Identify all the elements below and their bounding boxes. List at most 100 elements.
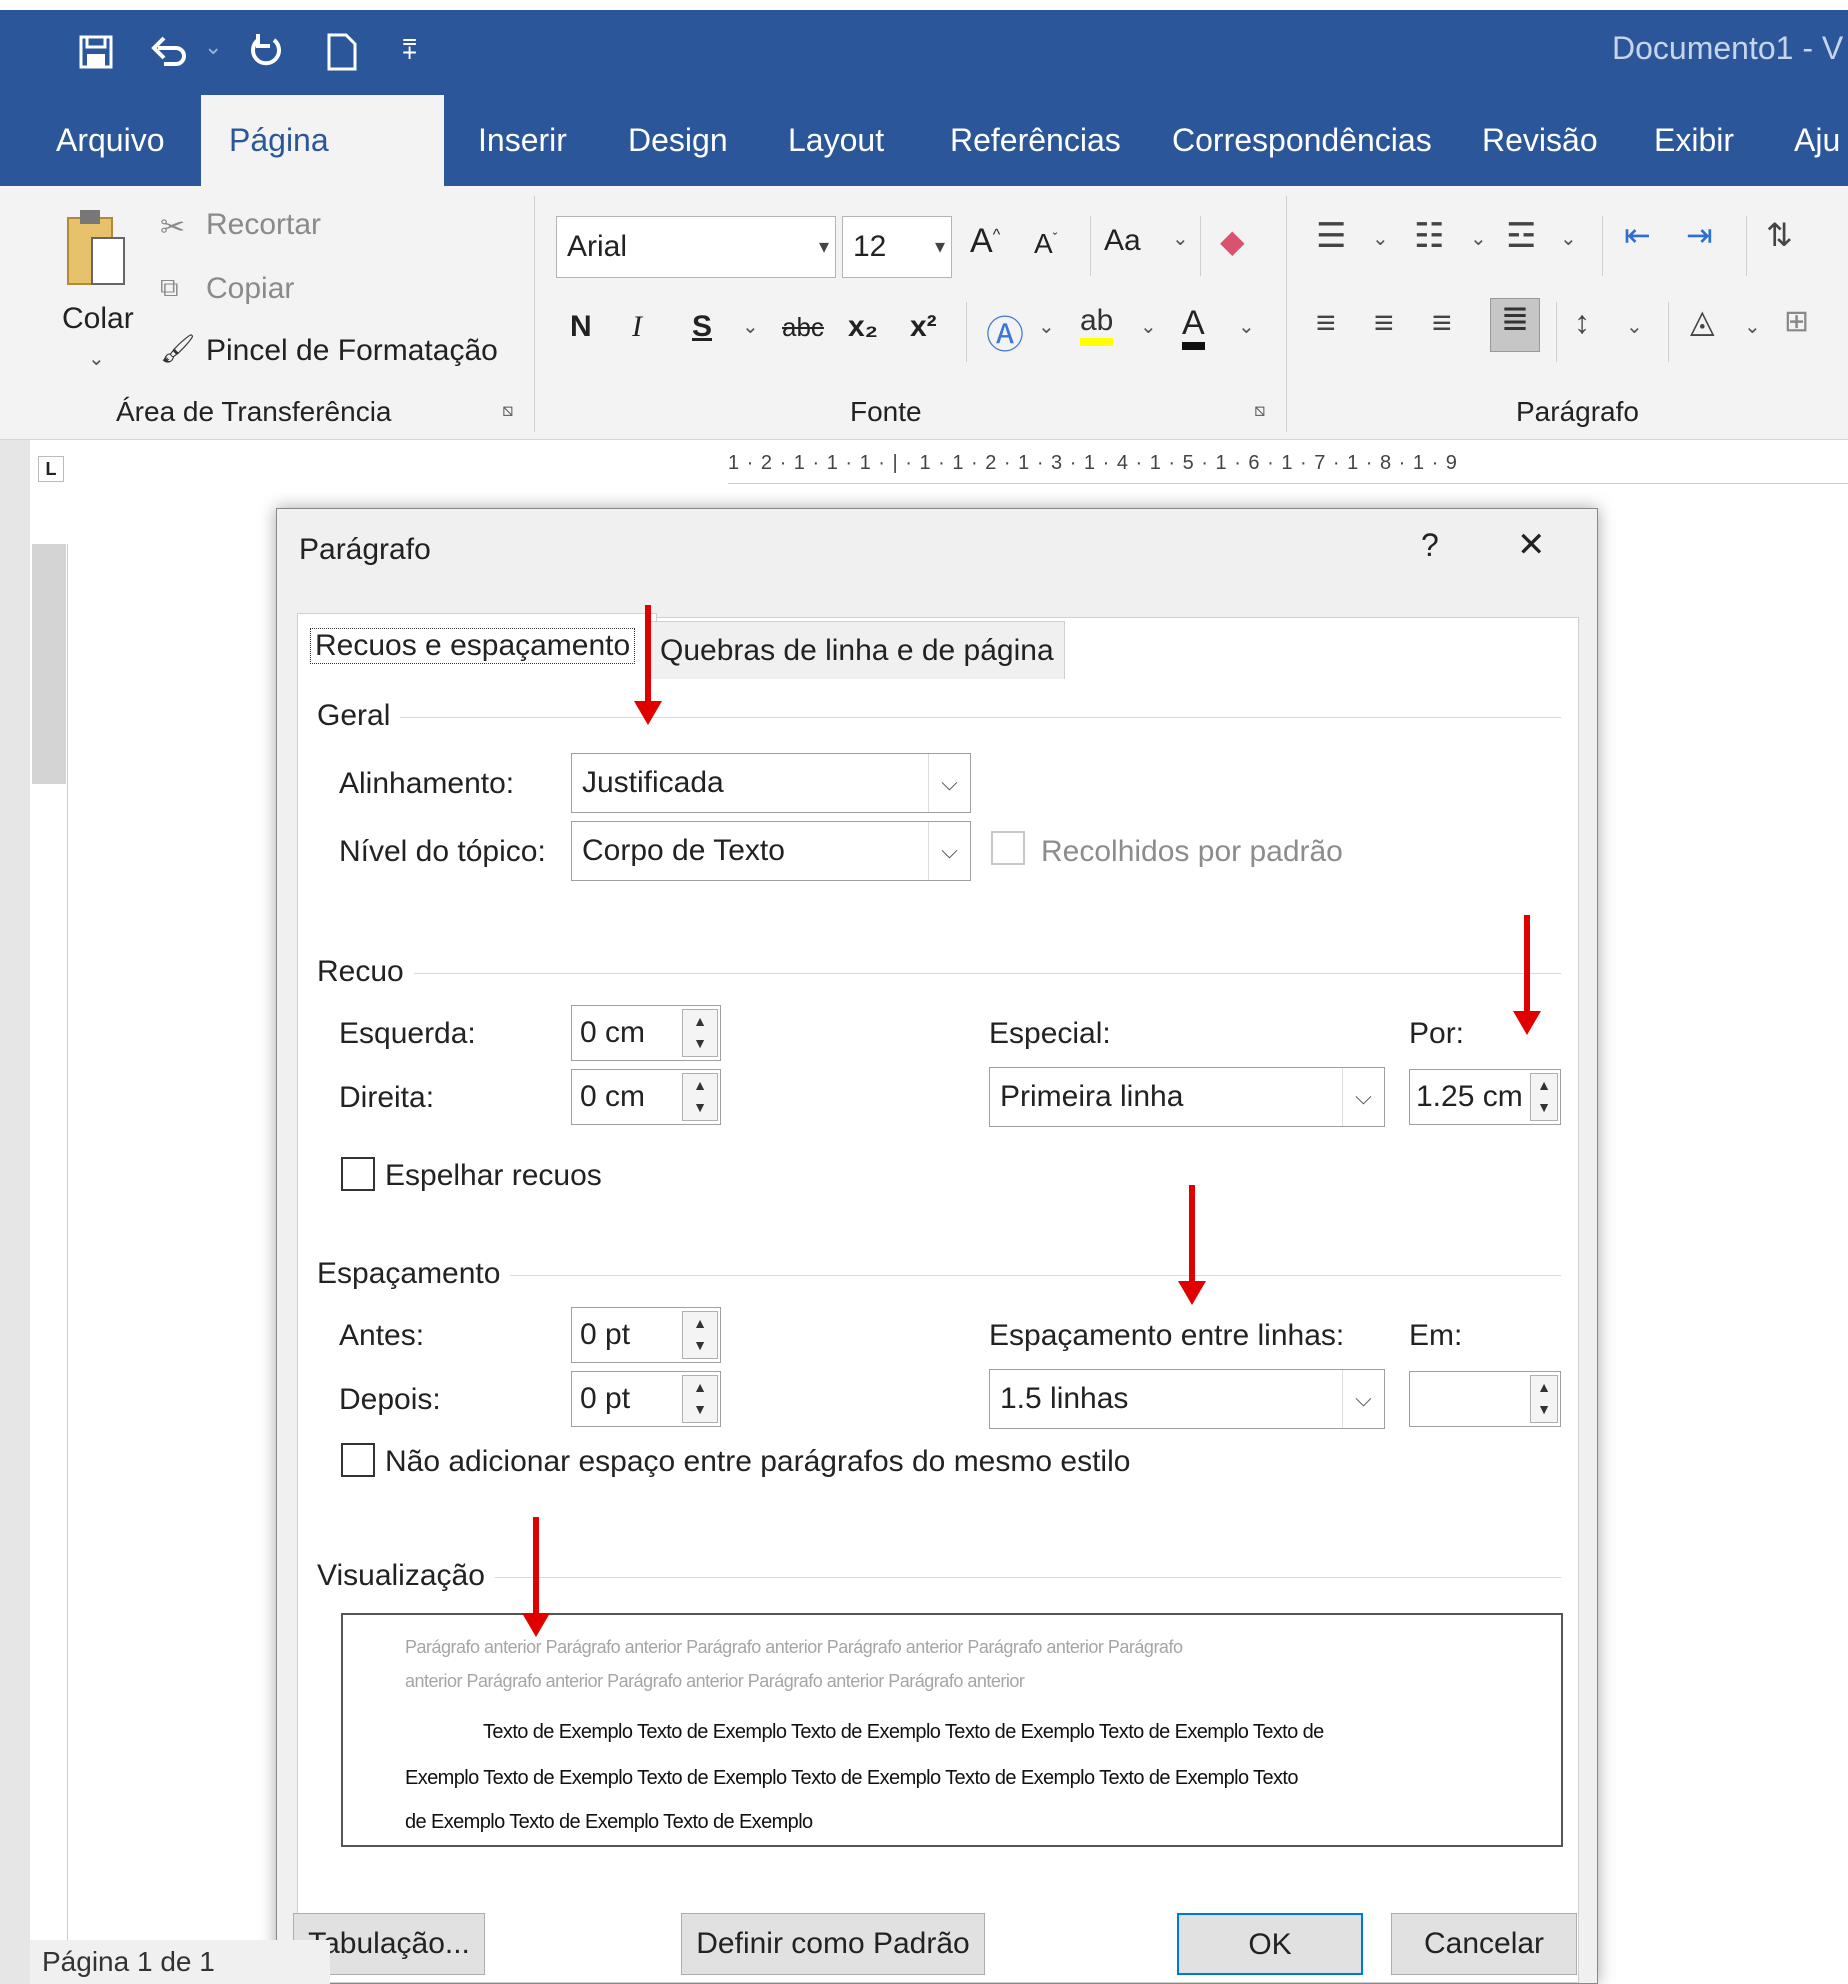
annotation-arrowhead-icon (1178, 1281, 1206, 1305)
spin-arrows-icon[interactable]: ▲ ▼ (682, 1311, 718, 1359)
grow-font-icon[interactable]: A^ (970, 222, 1000, 261)
font-name-combo[interactable]: Arial ▾ (556, 216, 836, 278)
numbering-icon[interactable]: ☷ (1414, 216, 1444, 256)
outline-level-select[interactable]: Corpo de Texto ⌵ (571, 821, 971, 881)
by-spinner[interactable]: 1.25 cm ▲ ▼ (1409, 1069, 1561, 1125)
customize-icon[interactable]: ⩱ (402, 34, 417, 66)
sort-icon[interactable]: ⇅ (1766, 216, 1793, 254)
no-space-label: Não adicionar espaço entre parágrafos do… (385, 1445, 1131, 1478)
paste-label[interactable]: Colar (62, 302, 134, 336)
chevron-down-icon: ⌄ (1372, 228, 1389, 250)
underline-button[interactable]: S (692, 310, 712, 344)
paste-icon[interactable] (64, 208, 126, 292)
section-espacamento: Espaçamento (317, 1257, 511, 1291)
bold-button[interactable]: N (570, 310, 592, 344)
alignment-value: Justificada (582, 766, 724, 799)
special-value: Primeira linha (1000, 1080, 1184, 1113)
copy-icon: ⧉ (160, 272, 179, 302)
tab-ajuda[interactable]: Aju (1766, 95, 1848, 186)
tab-referencias[interactable]: Referências (922, 95, 1149, 186)
strikethrough-button[interactable]: abc (782, 312, 824, 343)
spin-arrows-icon[interactable]: ▲ ▼ (682, 1009, 718, 1057)
bullets-icon[interactable]: ☰ (1316, 216, 1346, 256)
align-left-icon[interactable]: ≡ (1316, 304, 1336, 343)
shading-icon[interactable]: ◬ (1690, 302, 1715, 340)
space-after-spinner[interactable]: 0 pt ▲ ▼ (571, 1371, 721, 1427)
tab-layout[interactable]: Layout (760, 95, 912, 186)
chevron-down-icon: ▾ (818, 236, 829, 258)
paste-dropdown-icon[interactable]: ⌄ (88, 346, 105, 371)
line-spacing-icon[interactable]: ↕ (1574, 304, 1590, 341)
special-select[interactable]: Primeira linha ⌵ (989, 1067, 1385, 1127)
undo-icon[interactable] (150, 34, 190, 70)
ribbon-tabs: Arquivo Página Inicial Inserir Design La… (0, 95, 1848, 249)
close-button[interactable]: ✕ (1517, 525, 1546, 565)
align-center-icon[interactable]: ≡ (1374, 304, 1394, 343)
alignment-select[interactable]: Justificada ⌵ (571, 753, 971, 813)
indent-left-spinner[interactable]: 0 cm ▲ ▼ (571, 1005, 721, 1061)
collapsed-checkbox[interactable] (991, 831, 1025, 865)
tab-pagina-inicial[interactable]: Página Inicial (201, 95, 444, 249)
cancel-button[interactable]: Cancelar (1391, 1913, 1577, 1975)
subscript-button[interactable]: x₂ (848, 310, 878, 344)
align-right-icon[interactable]: ≡ (1432, 304, 1452, 343)
mirror-indents-checkbox[interactable] (341, 1157, 375, 1191)
space-before-spinner[interactable]: 0 pt ▲ ▼ (571, 1307, 721, 1363)
font-launcher-icon[interactable]: ⧅ (1254, 400, 1265, 421)
undo-dropdown-icon[interactable]: ⌄ (204, 34, 222, 60)
line-spacing-label: Espaçamento entre linhas: (989, 1319, 1345, 1352)
tab-selector[interactable]: L (38, 456, 64, 482)
tab-arquivo[interactable]: Arquivo (28, 95, 193, 186)
decrease-indent-icon[interactable]: ⇤ (1624, 216, 1651, 254)
spin-arrows-icon[interactable]: ▲ ▼ (682, 1073, 718, 1121)
vertical-ruler[interactable] (32, 544, 68, 1984)
tab-revisao[interactable]: Revisão (1454, 95, 1626, 186)
justify-icon[interactable]: ≣ (1490, 298, 1540, 352)
tab-exibir[interactable]: Exibir (1626, 95, 1762, 186)
save-icon[interactable] (78, 34, 114, 70)
borders-icon[interactable]: ⊞ (1784, 304, 1809, 339)
chevron-down-icon: ⌄ (1038, 316, 1055, 338)
format-painter-button[interactable]: Pincel de Formatação (206, 334, 498, 368)
annotation-arrowhead-icon (634, 701, 662, 725)
tab-indents-spacing[interactable]: Recuos e espaçamento (297, 613, 657, 679)
ok-button[interactable]: OK (1177, 1913, 1363, 1975)
special-label: Especial: (989, 1017, 1111, 1050)
chevron-down-icon: ⌄ (1560, 228, 1577, 250)
multilevel-list-icon[interactable]: ☲ (1506, 216, 1536, 256)
tab-indents-label: Recuos e espaçamento (310, 628, 636, 664)
line-spacing-select[interactable]: 1.5 linhas ⌵ (989, 1369, 1385, 1429)
cut-button[interactable]: Recortar (206, 208, 321, 242)
indent-right-value: 0 cm (580, 1080, 646, 1113)
spin-arrows-icon[interactable]: ▲ ▼ (1530, 1375, 1558, 1423)
font-size-combo[interactable]: 12 ▾ (842, 216, 952, 278)
help-button[interactable]: ? (1421, 527, 1439, 564)
copy-button[interactable]: Copiar (206, 272, 294, 306)
redo-icon[interactable] (248, 32, 286, 70)
font-color-icon[interactable]: A (1182, 304, 1205, 350)
spin-arrows-icon[interactable]: ▲ ▼ (1530, 1073, 1558, 1121)
page-count[interactable]: Página 1 de 1 (42, 1946, 215, 1978)
indent-right-spinner[interactable]: 0 cm ▲ ▼ (571, 1069, 721, 1125)
tab-line-breaks[interactable]: Quebras de linha e de página (647, 621, 1065, 679)
at-spinner[interactable]: ▲ ▼ (1409, 1371, 1561, 1427)
tab-design[interactable]: Design (600, 95, 756, 186)
no-space-checkbox[interactable] (341, 1443, 375, 1477)
horizontal-ruler[interactable]: 1 · 2 · 1 · 1 · 1 · | · 1 · 1 · 2 · 1 · … (728, 446, 1848, 484)
highlight-icon[interactable]: ab (1080, 304, 1114, 346)
change-case-button[interactable]: Aa (1104, 224, 1141, 258)
superscript-button[interactable]: x² (910, 310, 937, 344)
italic-button[interactable]: I (632, 310, 642, 344)
increase-indent-icon[interactable]: ⇥ (1686, 216, 1713, 254)
tab-correspondencias[interactable]: Correspondências (1144, 95, 1460, 186)
text-effects-icon[interactable]: Ⓐ (986, 304, 1024, 359)
set-default-button[interactable]: Definir como Padrão (681, 1913, 985, 1975)
new-doc-icon[interactable] (326, 32, 358, 72)
spin-arrows-icon[interactable]: ▲ ▼ (682, 1375, 718, 1423)
clear-format-icon[interactable]: ◆ (1220, 222, 1245, 260)
annotation-arrowhead-icon (1513, 1011, 1541, 1035)
clipboard-launcher-icon[interactable]: ⧅ (502, 400, 513, 421)
shrink-font-icon[interactable]: Aˇ (1034, 228, 1057, 260)
tab-inserir[interactable]: Inserir (450, 95, 595, 186)
chevron-down-icon: ⌵ (1342, 1370, 1384, 1428)
